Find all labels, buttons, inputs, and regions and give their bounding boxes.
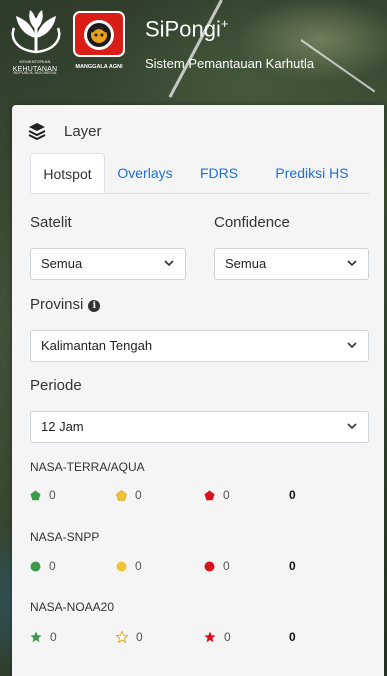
layer-tabs: Hotspot Overlays FDRS Prediksi HS [30,153,370,194]
star-red-icon [204,631,216,643]
periode-select[interactable]: 12 Jam [30,411,369,443]
provinsi-select[interactable]: Kalimantan Tengah [30,330,369,362]
app-title: SiPongi+ [145,16,229,42]
info-icon[interactable]: i [88,300,101,312]
total-count: 0 [289,488,296,502]
confidence-select[interactable]: Semua [214,248,369,280]
mid-confidence-count: 0 [116,630,143,644]
satelit-select[interactable]: Semua [30,248,186,280]
app-subtitle: Sistem Pemantauan Karhutla [145,56,315,71]
layer-panel: Layer Hotspot Overlays FDRS Prediksi HS … [12,105,384,676]
low-confidence-count: 0 [30,488,56,502]
satellite-name-terra-aqua: NASA-TERRA/AQUA [30,460,145,474]
periode-value: 12 Jam [41,419,84,434]
panel-header[interactable]: Layer [28,121,102,141]
kehutanan-logo-icon [11,10,61,54]
circle-yellow-icon [116,561,127,571]
chevron-down-icon [347,423,357,430]
satelit-label: Satelit [30,214,72,231]
confidence-value: Semua [225,256,267,271]
panel-title: Layer [64,122,102,140]
chevron-down-icon [347,342,357,349]
tab-hotspot[interactable]: Hotspot [30,153,105,193]
kehutanan-logo-subtext: REPUBLIK INDONESIA [13,70,57,75]
total-count: 0 [289,559,296,573]
confidence-label: Confidence [214,214,290,231]
low-confidence-count: 0 [30,559,56,573]
provinsi-label: Provinsi i [30,296,101,313]
pentagon-yellow-icon [116,489,127,501]
mid-confidence-count: 0 [116,559,142,573]
manggala-agni-logo-text: MANGGALA AGNI [75,64,123,70]
pentagon-green-icon [30,490,41,500]
chevron-down-icon [347,260,357,267]
satellite-counts-noaa20: 0 0 0 0 [30,630,350,646]
layers-icon [28,123,46,140]
provinsi-value: Kalimantan Tengah [41,338,153,353]
star-green-icon [30,631,42,643]
circle-red-icon [204,561,215,571]
star-yellow-icon [116,631,128,643]
satellite-counts-terra-aqua: 0 0 0 0 [30,488,350,504]
periode-label: Periode [30,377,82,394]
low-confidence-count: 0 [30,630,57,644]
pentagon-red-icon [204,490,215,500]
tab-prediksi-hs[interactable]: Prediksi HS [262,153,362,193]
high-confidence-count: 0 [204,559,230,573]
circle-green-icon [30,561,41,571]
total-count: 0 [289,630,296,644]
tab-fdrs[interactable]: FDRS [194,153,244,193]
satellite-name-snpp: NASA-SNPP [30,530,100,544]
high-confidence-count: 0 [204,630,231,644]
satellite-name-noaa20: NASA-NOAA20 [30,600,115,614]
tab-overlays[interactable]: Overlays [110,153,180,193]
app-header: KEMENTERIAN KEHUTANAN REPUBLIK INDONESIA… [0,0,387,95]
satellite-counts-snpp: 0 0 0 0 [30,559,350,575]
high-confidence-count: 0 [204,488,230,502]
satelit-value: Semua [41,256,83,271]
mid-confidence-count: 0 [116,488,142,502]
chevron-down-icon [164,260,174,267]
manggala-agni-logo-icon [73,11,125,57]
